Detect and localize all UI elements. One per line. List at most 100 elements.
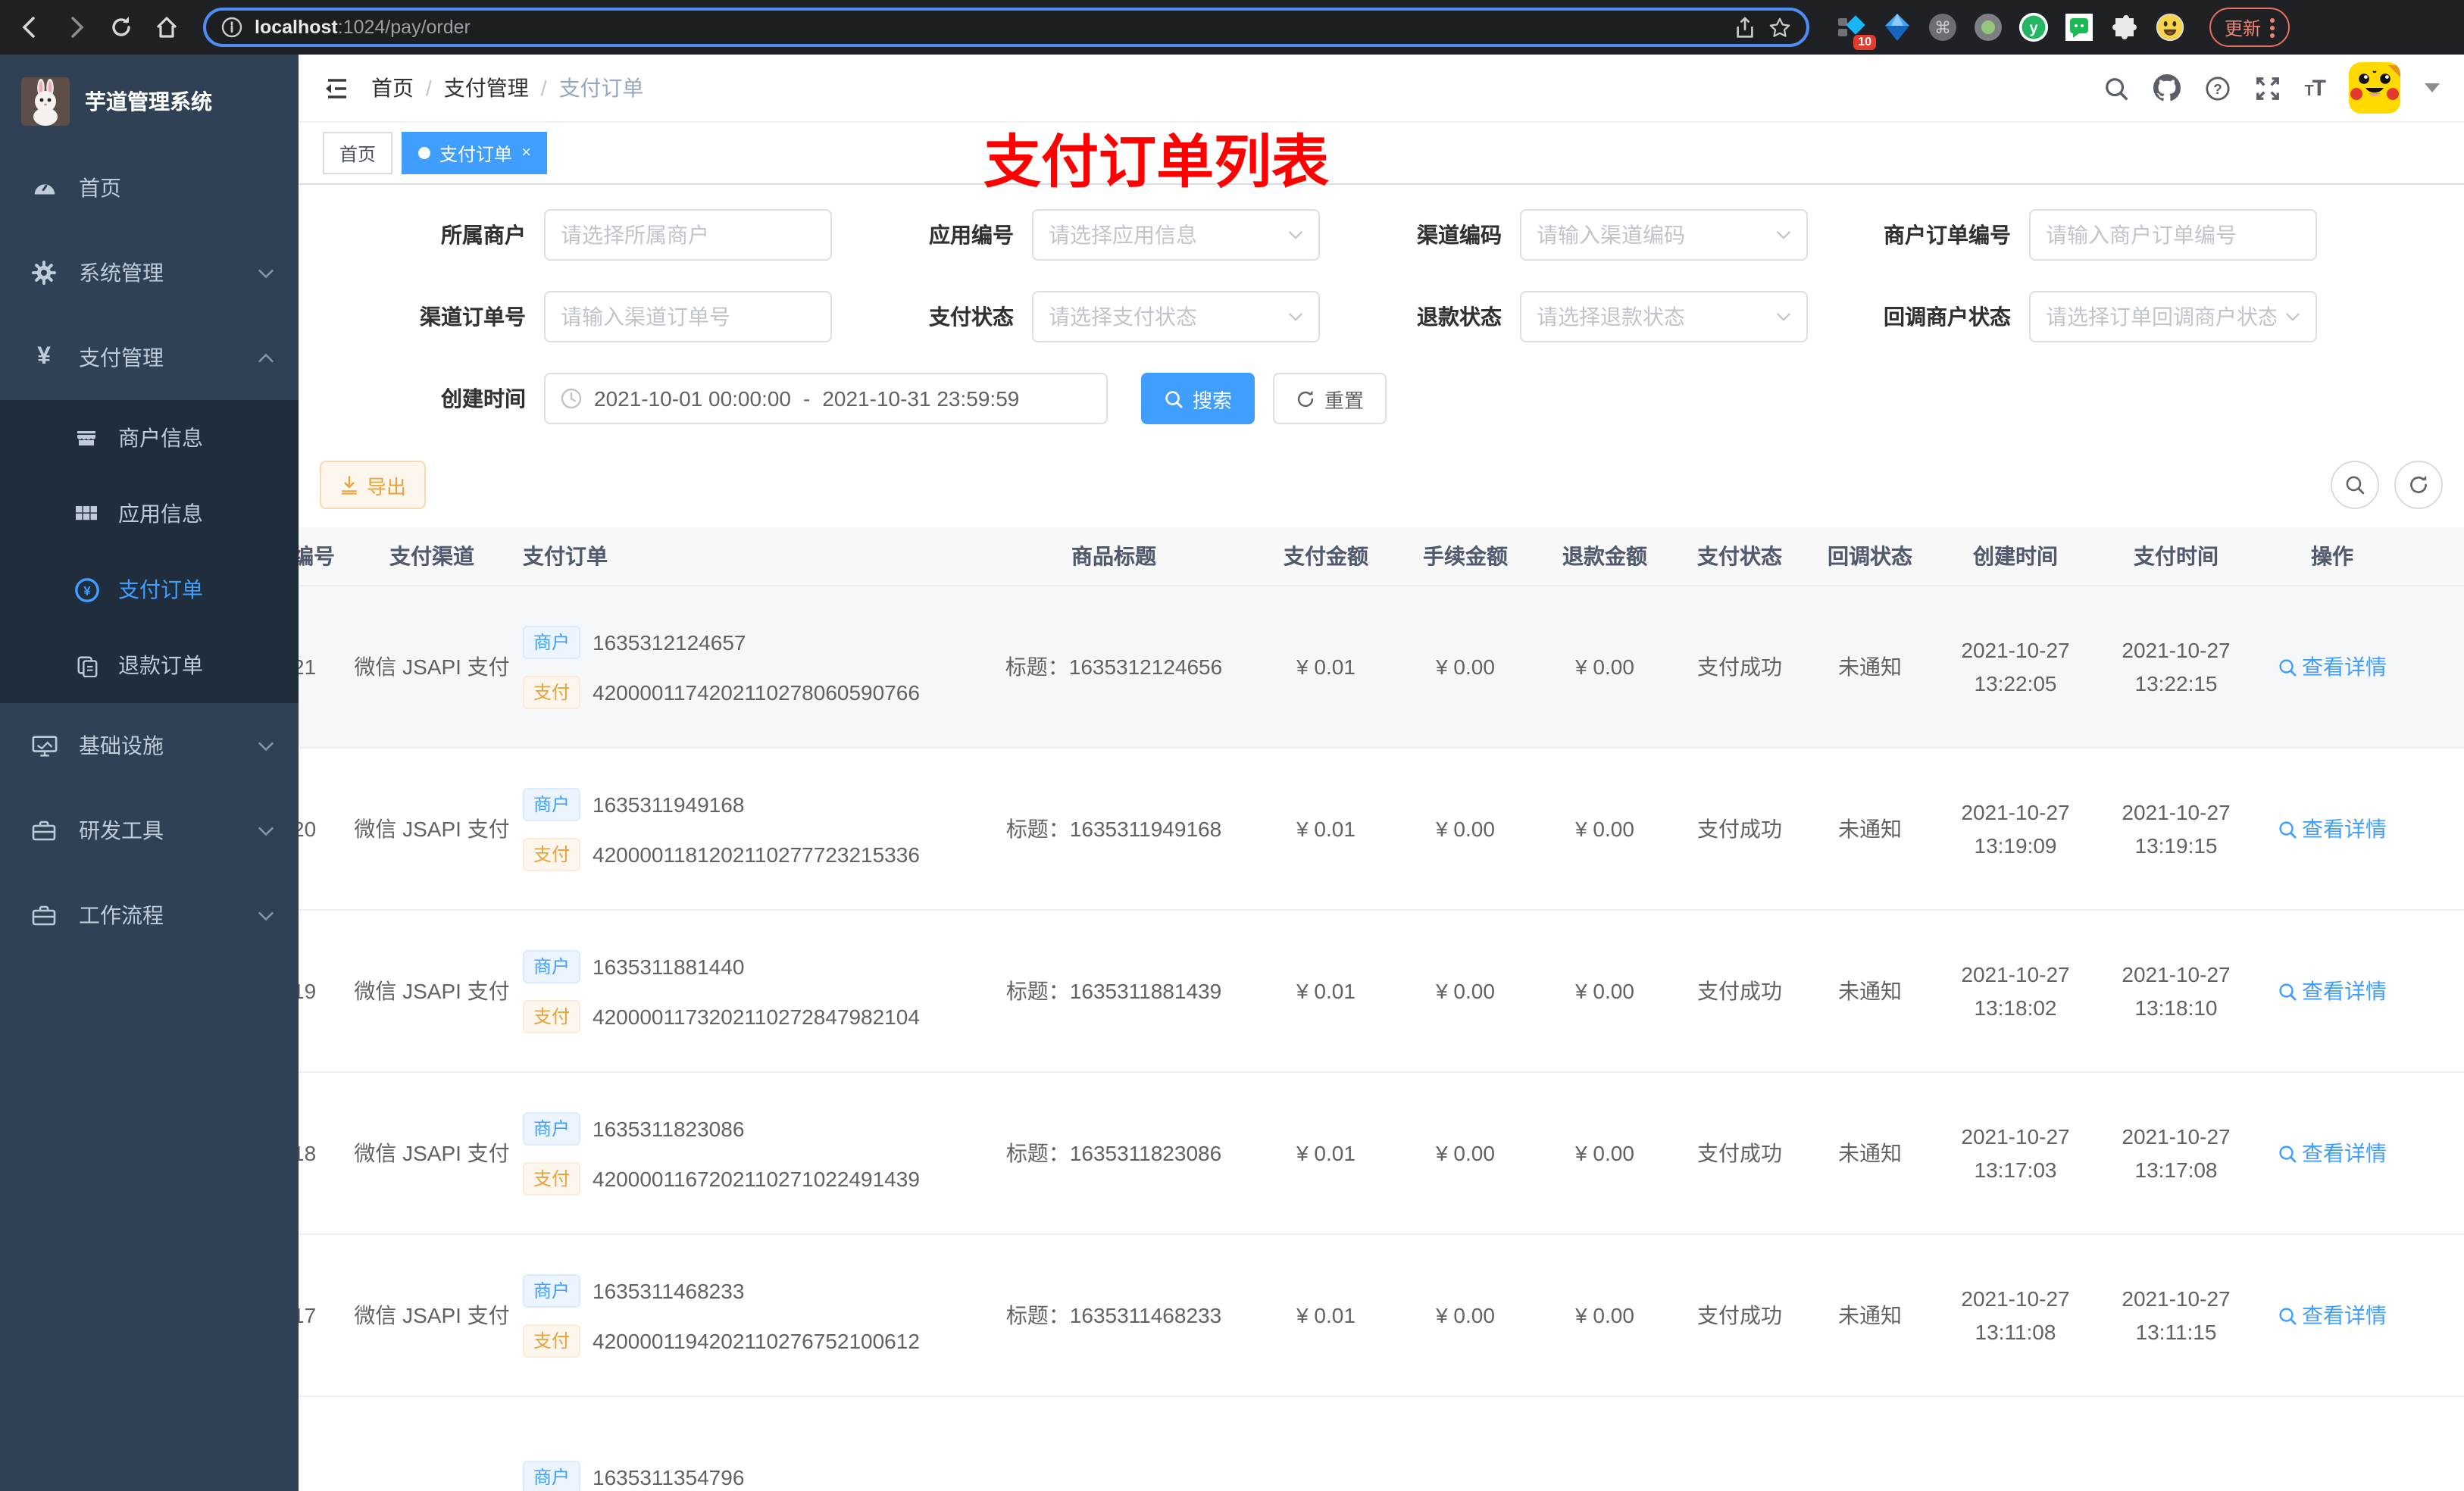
app-select[interactable]: 请选择应用信息 (1032, 209, 1320, 261)
forward-icon[interactable] (58, 9, 94, 45)
breadcrumb-separator: / (540, 76, 547, 100)
pay-order-cell: 商户 1635311881440 支付 42000011732021102728479… (517, 937, 971, 1045)
view-detail-link[interactable]: 查看详情 (2278, 1138, 2387, 1168)
url-text: localhost:1024/pay/order (255, 17, 1721, 38)
column-header: 支付渠道 (389, 544, 474, 568)
breadcrumb-home[interactable]: 首页 (371, 73, 414, 103)
filter-app: 应用编号 请选择应用信息 (847, 209, 1320, 261)
sidebar-item-infra[interactable]: 基础设施 (0, 703, 299, 788)
tab-home[interactable]: 首页 (323, 132, 393, 174)
view-detail-link[interactable]: 查看详情 (2278, 1300, 2387, 1330)
extension-diamond-icon[interactable]: 10 (1837, 12, 1876, 50)
table-row: 20 微信 JSAPI 支付商户 1635311949168 支付 4200001181… (299, 749, 2464, 911)
column-header: 支付金额 (1284, 544, 1368, 568)
extension-chat-icon[interactable] (2064, 12, 2094, 42)
sidebar-item-dev-tools[interactable]: 研发工具 (0, 788, 299, 873)
order-number: 1635311468233 (593, 1278, 745, 1302)
font-size-icon[interactable]: TT (2304, 75, 2326, 101)
bookmark-star-icon[interactable] (1768, 16, 1791, 39)
sidebar-item-home[interactable]: 首页 (0, 145, 299, 230)
fullscreen-icon[interactable] (2254, 75, 2280, 101)
merchant-input[interactable]: 请选择所属商户 (544, 209, 832, 261)
reload-icon[interactable] (103, 9, 139, 45)
logo-area[interactable]: 芋道管理系统 (0, 55, 299, 145)
view-detail-link[interactable]: 查看详情 (2278, 814, 2387, 844)
date-separator: - (803, 386, 811, 411)
extension-record-icon[interactable] (1973, 12, 2003, 42)
fee-amount: ¥ 0.00 (1436, 817, 1495, 841)
sidebar-item-merchant-info[interactable]: 商户信息 (0, 400, 299, 476)
order-number-line: 商户 1635311881440 (523, 945, 965, 987)
search-button-label: 搜索 (1193, 389, 1233, 411)
table-row: 19 微信 JSAPI 支付商户 1635311881440 支付 4200001173… (299, 911, 2464, 1073)
date-range-input[interactable]: 2021-10-01 00:00:00 - 2021-10-31 23:59:5… (544, 373, 1108, 424)
channel-order-no-input[interactable]: 请输入渠道订单号 (544, 291, 832, 342)
order-number: 1635311949168 (593, 792, 745, 816)
action-cell: 查看详情 (2256, 814, 2408, 844)
extension-kite-icon[interactable] (1882, 12, 1912, 42)
share-icon[interactable] (1734, 16, 1756, 39)
reset-button[interactable]: 重置 (1273, 373, 1387, 424)
view-detail-link[interactable]: 查看详情 (2278, 652, 2387, 682)
circle-yuan-icon: ¥ (73, 577, 100, 602)
table-row: 商户 1635311354796 (299, 1397, 2464, 1491)
export-label: 导出 (367, 475, 407, 498)
breadcrumb-current: 支付订单 (558, 76, 644, 100)
created-time: 2021-10-27 13:18:02 (1961, 962, 2070, 1020)
github-icon[interactable] (2153, 74, 2181, 102)
fee-amount: ¥ 0.00 (1436, 1141, 1495, 1165)
active-dot (418, 147, 431, 159)
refund-status-select[interactable]: 请选择退款状态 (1520, 291, 1808, 342)
profile-smiley-icon[interactable] (2155, 12, 2185, 42)
user-avatar[interactable] (2349, 62, 2400, 114)
filter-create-time: 创建时间 2021-10-01 00:00:00 - 2021-10-31 23… (359, 373, 1108, 424)
sidebar-item-app-info[interactable]: 应用信息 (0, 476, 299, 552)
update-button[interactable]: 更新 (2209, 8, 2290, 47)
callback-status: 未通知 (1838, 979, 1902, 1003)
callback-status-select[interactable]: 请选择订单回调商户状态 (2029, 291, 2317, 342)
sidebar-item-pay[interactable]: ¥ 支付管理 (0, 315, 299, 400)
search-button[interactable]: 搜索 (1141, 373, 1255, 424)
tab-close-icon[interactable]: × (521, 144, 531, 162)
avatar-caret-icon[interactable] (2425, 83, 2440, 92)
search-icon (2346, 476, 2365, 495)
filter-label: 所属商户 (441, 223, 526, 247)
sidebar-item-pay-order[interactable]: ¥ 支付订单 (0, 552, 299, 627)
sidebar-fold-icon[interactable] (323, 77, 350, 99)
sidebar-item-label: 应用信息 (118, 502, 203, 526)
channel-code-select[interactable]: 请输入渠道编码 (1520, 209, 1808, 261)
help-icon[interactable]: ? (2204, 75, 2230, 101)
refresh-button[interactable] (2394, 461, 2443, 509)
export-button[interactable]: 导出 (320, 461, 427, 509)
breadcrumb: 首页 / 支付管理 / 支付订单 (371, 73, 644, 103)
chevron-down-icon (1288, 230, 1303, 239)
toggle-search-button[interactable] (2331, 461, 2379, 509)
breadcrumb-pay[interactable]: 支付管理 (444, 73, 529, 103)
chevron-down-icon (1288, 312, 1303, 321)
site-info-icon[interactable] (221, 17, 242, 38)
placeholder: 请选择支付状态 (1049, 305, 1197, 329)
search-icon[interactable] (2103, 75, 2128, 101)
filter-form: 所属商户 请选择所属商户 应用编号 请选择应用信息 渠道编码 请输入渠道编码 商… (299, 185, 2464, 424)
home-icon[interactable] (149, 9, 185, 45)
sidebar-item-workflow[interactable]: 工作流程 (0, 873, 299, 958)
back-icon[interactable] (12, 9, 48, 45)
pay-status-select[interactable]: 请选择支付状态 (1032, 291, 1320, 342)
view-detail-link[interactable]: 查看详情 (2278, 976, 2387, 1006)
extension-y-icon[interactable]: y (2018, 12, 2049, 42)
merchant-order-no-input[interactable]: 请输入商户订单编号 (2029, 209, 2317, 261)
sidebar-item-refund-order[interactable]: 退款订单 (0, 627, 299, 703)
order-number: 1635311354796 (593, 1465, 745, 1489)
order-number: 4200001194202110276752100612 (593, 1328, 920, 1352)
svg-text:y: y (2029, 20, 2038, 36)
address-bar[interactable]: localhost:1024/pay/order (203, 8, 1809, 47)
extension-command-icon[interactable]: ⌘ (1928, 12, 1958, 42)
pay-channel: 微信 JSAPI 支付 (354, 1303, 510, 1327)
extensions-puzzle-icon[interactable] (2109, 12, 2140, 42)
dashboard-icon (30, 175, 58, 201)
sidebar-item-label: 基础设施 (79, 733, 164, 758)
tab-pay-order[interactable]: 支付订单 × (402, 132, 548, 174)
browser-menu-icon[interactable] (2270, 17, 2275, 37)
created-time: 2021-10-27 13:19:09 (1961, 800, 2070, 858)
sidebar-item-system[interactable]: 系统管理 (0, 230, 299, 315)
